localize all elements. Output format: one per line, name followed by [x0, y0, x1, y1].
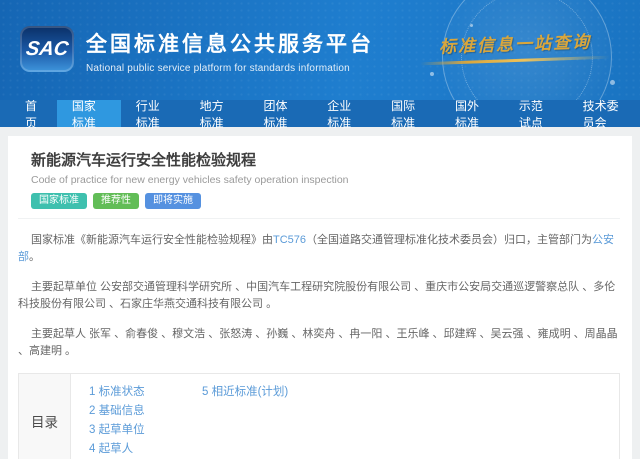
catalog-label: 目录 [19, 374, 71, 459]
nav-item-industry-standards[interactable]: 行业标准 [121, 100, 185, 127]
catalog-box: 目录 1 标准状态 2 基础信息 3 起草单位 4 起草人 5 相近标准(计划) [18, 373, 620, 459]
drafters-paragraph: 主要起草人 张军 、俞春俊 、穆文浩 、张怒涛 、孙巍 、林奕舟 、冉一阳 、王… [18, 326, 620, 360]
standard-title: 新能源汽车运行安全性能检验规程 [31, 144, 620, 170]
nav-item-technical-committees[interactable]: 技术委员会 [568, 100, 640, 127]
nav-item-national-standards[interactable]: 国家标准 [57, 100, 121, 127]
nav-item-enterprise-standards[interactable]: 企业标准 [312, 100, 376, 127]
site-header: SAC 全国标准信息公共服务平台 National public service… [0, 0, 640, 100]
catalog-link-standard-status[interactable]: 1 标准状态 [89, 383, 202, 402]
drafting-units-paragraph: 主要起草单位 公安部交通管理科学研究所 、中国汽车工程研究院股份有限公司 、重庆… [18, 279, 620, 313]
tag-recommended: 推荐性 [93, 193, 139, 209]
intro-text-pre: 国家标准《新能源汽车运行安全性能检验规程》由 [31, 234, 273, 246]
nav-item-foreign-standards[interactable]: 国外标准 [440, 100, 504, 127]
decor-dot [470, 24, 473, 27]
nav-item-pilot-demo[interactable]: 示范试点 [504, 100, 568, 127]
site-title-block: 全国标准信息公共服务平台 National public service pla… [86, 28, 374, 74]
sac-logo-text: SAC [24, 38, 69, 61]
catalog-column-1: 1 标准状态 2 基础信息 3 起草单位 4 起草人 [89, 383, 202, 459]
standard-intro-paragraph: 国家标准《新能源汽车运行安全性能检验规程》由TC576（全国道路交通管理标准化技… [18, 232, 620, 266]
nav-item-home[interactable]: 首页 [10, 100, 57, 127]
intro-text-mid: （全国道路交通管理标准化技术委员会）归口，主管部门为 [306, 234, 592, 246]
tag-national-standard: 国家标准 [31, 193, 87, 209]
catalog-link-drafters[interactable]: 4 起草人 [89, 440, 202, 459]
nav-item-local-standards[interactable]: 地方标准 [185, 100, 249, 127]
site-subtitle: National public service platform for sta… [86, 63, 374, 74]
header-slogan: 标准信息一站查询 [420, 30, 610, 62]
divider [18, 218, 620, 219]
standard-header: 新能源汽车运行安全性能检验规程 Code of practice for new… [18, 144, 620, 209]
main-nav: 首页 国家标准 行业标准 地方标准 团体标准 企业标准 国际标准 国外标准 示范… [0, 100, 640, 127]
nav-item-group-standards[interactable]: 团体标准 [248, 100, 312, 127]
nav-item-international-standards[interactable]: 国际标准 [376, 100, 440, 127]
catalog-column-2: 5 相近标准(计划) [202, 383, 288, 459]
catalog-link-basic-info[interactable]: 2 基础信息 [89, 402, 202, 421]
intro-text-post: 。 [29, 251, 40, 263]
catalog-items: 1 标准状态 2 基础信息 3 起草单位 4 起草人 5 相近标准(计划) [71, 374, 288, 459]
decor-dot [610, 80, 615, 85]
standard-tags: 国家标准 推荐性 即将实施 [31, 193, 620, 209]
slogan-text: 标准信息一站查询 [420, 27, 611, 59]
catalog-link-similar-standards[interactable]: 5 相近标准(计划) [202, 383, 288, 402]
site-title: 全国标准信息公共服务平台 [86, 28, 374, 58]
standard-title-english: Code of practice for new energy vehicles… [31, 174, 620, 186]
tag-upcoming-implementation: 即将实施 [145, 193, 201, 209]
sac-logo: SAC [20, 26, 74, 72]
standard-detail-card: 新能源汽车运行安全性能检验规程 Code of practice for new… [8, 136, 632, 459]
decor-dot [430, 72, 434, 76]
catalog-link-drafting-units[interactable]: 3 起草单位 [89, 421, 202, 440]
tc576-link[interactable]: TC576 [273, 234, 306, 246]
